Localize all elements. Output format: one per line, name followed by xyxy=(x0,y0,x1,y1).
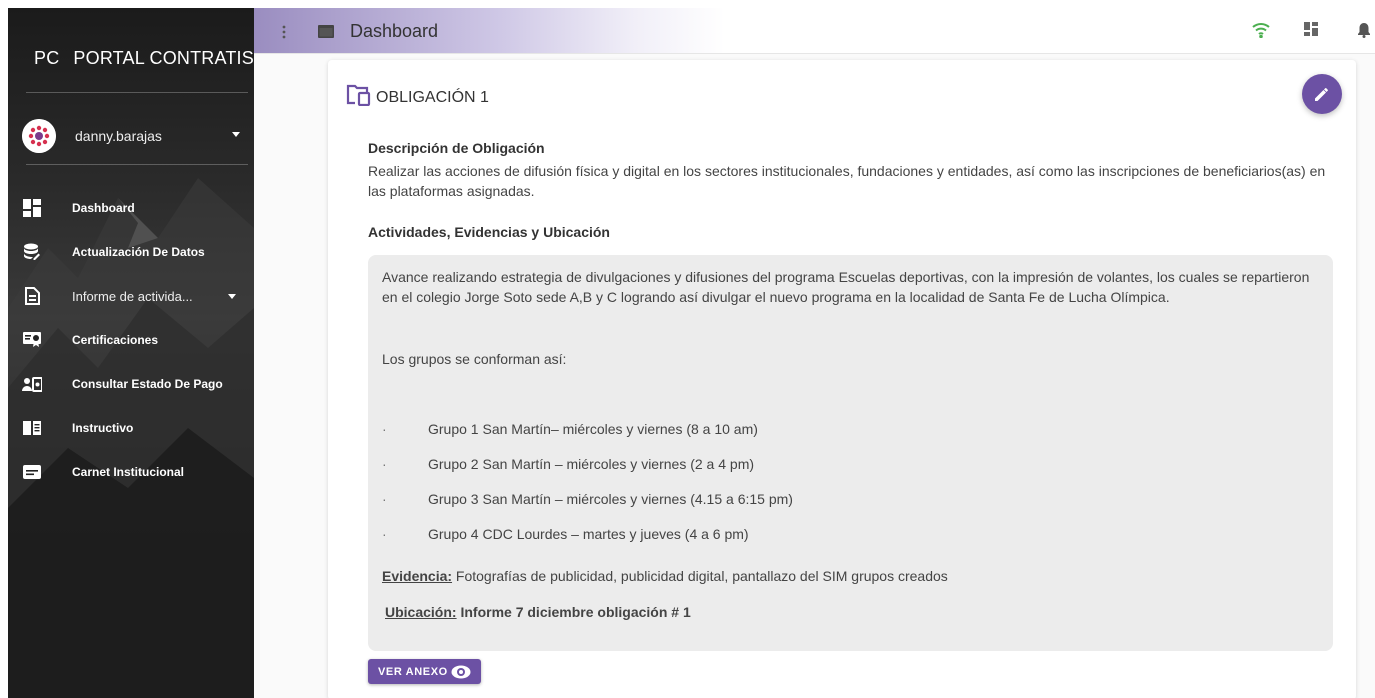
document-icon xyxy=(22,286,42,306)
eye-icon xyxy=(451,665,471,679)
divider xyxy=(26,164,248,165)
user-menu[interactable]: danny.barajas xyxy=(22,116,248,156)
card-title: OBLIGACIÓN 1 xyxy=(376,88,489,106)
location-label: Ubicación: xyxy=(385,604,457,620)
menu-dots-icon[interactable] xyxy=(274,22,294,42)
book-icon xyxy=(22,418,42,438)
card-header: OBLIGACIÓN 1 xyxy=(346,84,489,111)
database-edit-icon xyxy=(22,242,42,262)
brand-mini: PC xyxy=(34,48,60,68)
sidebar-item-dashboard[interactable]: Dashboard xyxy=(8,186,254,230)
sidebar-item-carnet[interactable]: Carnet Institucional xyxy=(8,450,254,494)
description-heading: Descripción de Obligación xyxy=(368,140,545,156)
evidence-line: Evidencia: Fotografías de publicidad, pu… xyxy=(382,566,1312,586)
sidebar-item-label: Actualización De Datos xyxy=(72,245,205,259)
payment-status-icon xyxy=(22,374,42,394)
wifi-icon[interactable] xyxy=(1252,22,1270,43)
sidebar-item-instructivo[interactable]: Instructivo xyxy=(8,406,254,450)
sidebar-item-label: Consultar Estado De Pago xyxy=(72,377,223,391)
window-icon xyxy=(318,25,334,43)
chevron-down-icon xyxy=(232,132,240,137)
page-title: Dashboard xyxy=(350,21,439,41)
sidebar-item-label: Carnet Institucional xyxy=(72,465,185,479)
location-line: Ubicación: Informe 7 diciembre obligació… xyxy=(385,602,1315,622)
id-card-icon xyxy=(22,462,42,482)
sidebar-item-label: Dashboard xyxy=(72,201,135,215)
sidebar-item-label: Informe de activida... xyxy=(72,288,193,304)
sidebar: PC PORTAL CONTRATISTA danny.barajas xyxy=(8,8,254,698)
evidence-label: Evidencia: xyxy=(382,568,453,584)
avatar xyxy=(22,119,56,153)
location-text: Informe 7 diciembre obligación # 1 xyxy=(456,604,691,620)
group-text: Grupo 4 CDC Lourdes – martes y jueves (4… xyxy=(428,526,749,542)
groups-intro: Los grupos se conforman así: xyxy=(382,351,567,367)
sidebar-item-informe-actividades[interactable]: Informe de activida... xyxy=(8,274,254,318)
sidebar-nav: Dashboard Actualización De Datos Informe… xyxy=(8,186,254,494)
bullet: · xyxy=(382,491,387,507)
edit-button[interactable] xyxy=(1302,74,1342,114)
folder-icon xyxy=(346,84,372,111)
activities-paragraph: Avance realizando estrategia de divulgac… xyxy=(382,269,1310,305)
activities-heading: Actividades, Evidencias y Ubicación xyxy=(368,224,610,240)
bullet: · xyxy=(382,526,387,542)
sidebar-item-label: Certificaciones xyxy=(72,333,159,347)
activities-box: Avance realizando estrategia de divulgac… xyxy=(368,255,1333,651)
sidebar-item-certificaciones[interactable]: Certificaciones xyxy=(8,318,254,362)
bell-icon[interactable] xyxy=(1357,22,1371,43)
chevron-down-icon xyxy=(228,294,236,299)
top-bar: Dashboard xyxy=(254,8,1375,54)
certificate-icon xyxy=(22,330,42,350)
obligation-card: OBLIGACIÓN 1 Descripción de Obligación R… xyxy=(328,60,1356,698)
dashboard-icon xyxy=(22,198,42,218)
view-annex-button[interactable]: VER ANEXO xyxy=(368,659,481,684)
pencil-icon xyxy=(1315,88,1328,101)
brand-title: PORTAL CONTRATISTA xyxy=(73,48,254,68)
sidebar-item-estado-pago[interactable]: Consultar Estado De Pago xyxy=(8,362,254,406)
group-text: Grupo 1 San Martín– miércoles y viernes … xyxy=(428,421,758,437)
description-text: Realizar las acciones de difusión física… xyxy=(368,163,1326,199)
grid-icon[interactable] xyxy=(1304,22,1318,41)
bullet: · xyxy=(382,456,387,472)
group-text: Grupo 3 San Martín – miércoles y viernes… xyxy=(428,491,793,507)
user-name: danny.barajas xyxy=(75,128,162,144)
sidebar-item-actualizacion-datos[interactable]: Actualización De Datos xyxy=(8,230,254,274)
group-text: Grupo 2 San Martín – miércoles y viernes… xyxy=(428,456,755,472)
bullet: · xyxy=(382,421,387,437)
main-content: OBLIGACIÓN 1 Descripción de Obligación R… xyxy=(254,54,1375,698)
sidebar-item-label: Instructivo xyxy=(72,421,134,435)
evidence-text: Fotografías de publicidad, publicidad di… xyxy=(452,568,948,584)
view-annex-label: VER ANEXO xyxy=(378,665,448,678)
brand[interactable]: PC PORTAL CONTRATISTA xyxy=(34,48,254,69)
divider xyxy=(26,92,248,93)
